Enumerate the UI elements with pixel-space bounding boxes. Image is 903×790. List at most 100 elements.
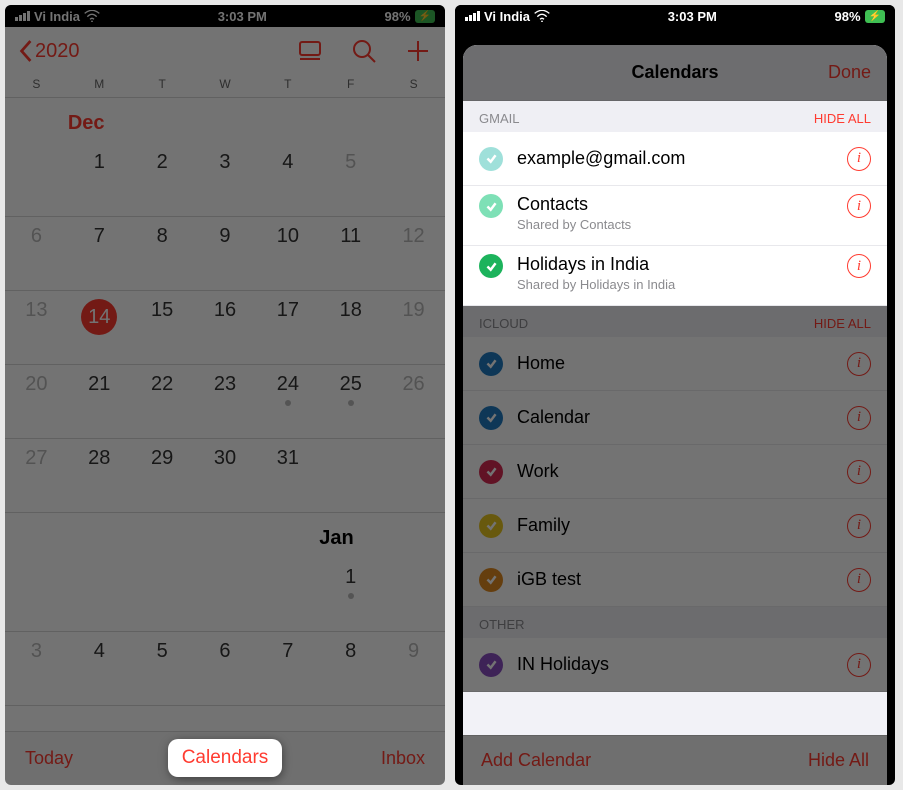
day-cell[interactable]: 7 — [256, 632, 319, 705]
week-row: 2728 29 30 31 — [5, 439, 445, 513]
calendar-row[interactable]: Calendari — [463, 391, 887, 445]
day-cell[interactable]: 5 — [319, 143, 382, 216]
day-cell[interactable]: 16 — [194, 291, 257, 364]
day-number: 15 — [151, 299, 173, 322]
day-cell[interactable] — [194, 558, 257, 631]
back-year-button[interactable]: 2020 — [19, 40, 80, 63]
calendar-row[interactable]: IN Holidaysi — [463, 638, 887, 692]
day-cell[interactable]: 14 — [68, 291, 131, 364]
day-cell[interactable]: 25 — [319, 365, 382, 438]
day-cell[interactable] — [5, 558, 68, 631]
calendar-row[interactable]: ContactsShared by Contactsi — [463, 186, 887, 246]
day-number: 8 — [157, 225, 168, 248]
calendar-row[interactable]: Holidays in IndiaShared by Holidays in I… — [463, 246, 887, 306]
info-icon[interactable]: i — [847, 568, 871, 592]
day-cell[interactable]: 15 — [131, 291, 194, 364]
hide-all-button[interactable]: Hide All — [808, 750, 869, 771]
week-row: 3456789 — [5, 632, 445, 706]
day-cell[interactable]: 3 — [194, 143, 257, 216]
day-cell[interactable]: 19 — [382, 291, 445, 364]
wifi-icon — [534, 10, 550, 22]
info-icon[interactable]: i — [847, 147, 871, 171]
status-time: 3:03 PM — [668, 9, 717, 24]
day-cell[interactable]: 24 — [256, 365, 319, 438]
day-cell[interactable]: 3 — [5, 632, 68, 705]
day-cell[interactable]: 4 — [256, 143, 319, 216]
day-cell[interactable]: 13 — [5, 291, 68, 364]
day-cell[interactable]: 20 — [5, 365, 68, 438]
day-cell[interactable]: 6 — [5, 217, 68, 290]
day-cell[interactable]: 4 — [68, 632, 131, 705]
day-cell[interactable]: 12 — [382, 217, 445, 290]
day-cell[interactable] — [131, 558, 194, 631]
day-cell[interactable]: 9 — [382, 632, 445, 705]
day-cell[interactable] — [382, 558, 445, 631]
day-cell[interactable]: 28 — [68, 439, 131, 512]
day-number: 30 — [214, 447, 236, 470]
day-cell[interactable]: 26 — [382, 365, 445, 438]
hide-all-link[interactable]: HIDE ALL — [814, 316, 871, 331]
day-cell[interactable] — [382, 143, 445, 216]
done-button[interactable]: Done — [828, 62, 871, 83]
day-cell[interactable]: 23 — [194, 365, 257, 438]
day-cell[interactable]: 6 — [194, 632, 257, 705]
calendar-row[interactable]: Familyi — [463, 499, 887, 553]
calendar-row[interactable]: iGB testi — [463, 553, 887, 607]
day-cell[interactable] — [319, 439, 382, 512]
calendar-header: 2020 — [5, 27, 445, 75]
calendars-button[interactable]: Calendars — [172, 740, 282, 777]
day-number: 3 — [219, 151, 230, 174]
info-icon[interactable]: i — [847, 254, 871, 278]
day-cell[interactable] — [5, 143, 68, 216]
day-cell[interactable] — [382, 439, 445, 512]
inbox-button[interactable]: Inbox — [381, 748, 425, 769]
day-cell[interactable] — [68, 558, 131, 631]
day-cell[interactable]: 7 — [68, 217, 131, 290]
day-cell[interactable]: 27 — [5, 439, 68, 512]
day-cell[interactable]: 17 — [256, 291, 319, 364]
hide-all-link[interactable]: HIDE ALL — [814, 111, 871, 126]
day-cell[interactable]: 10 — [256, 217, 319, 290]
info-icon[interactable]: i — [847, 514, 871, 538]
list-view-icon[interactable] — [297, 38, 323, 64]
week-row: 67 8 9101112 — [5, 217, 445, 291]
day-number: 29 — [151, 447, 173, 470]
calendar-row[interactable]: Worki — [463, 445, 887, 499]
day-cell[interactable]: 8 — [319, 632, 382, 705]
day-cell[interactable] — [256, 558, 319, 631]
info-icon[interactable]: i — [847, 352, 871, 376]
info-icon[interactable]: i — [847, 406, 871, 430]
today-button[interactable]: Today — [25, 748, 73, 769]
weekday-label: W — [194, 77, 257, 91]
day-cell[interactable]: 1 — [319, 558, 382, 631]
day-number: 22 — [151, 373, 173, 396]
day-cell[interactable]: 2 — [131, 143, 194, 216]
day-cell[interactable]: 9 — [194, 217, 257, 290]
day-cell[interactable]: 22 — [131, 365, 194, 438]
day-cell[interactable]: 8 — [131, 217, 194, 290]
calendar-row[interactable]: Homei — [463, 337, 887, 391]
wifi-icon — [84, 10, 100, 22]
day-number: 19 — [402, 299, 424, 322]
day-cell[interactable]: 11 — [319, 217, 382, 290]
day-cell[interactable]: 29 — [131, 439, 194, 512]
day-cell[interactable]: 21 — [68, 365, 131, 438]
day-cell[interactable]: 1 — [68, 143, 131, 216]
info-icon[interactable]: i — [847, 460, 871, 484]
status-bar: Vi India 3:03 PM 98% ⚡ — [455, 5, 895, 27]
day-cell[interactable]: 31 — [256, 439, 319, 512]
check-icon — [479, 653, 503, 677]
calendar-row[interactable]: example@gmail.com i — [463, 132, 887, 186]
day-cell[interactable]: 30 — [194, 439, 257, 512]
day-number: 18 — [340, 299, 362, 322]
search-icon[interactable] — [351, 38, 377, 64]
calendar-title: example@gmail.com — [517, 148, 833, 169]
info-icon[interactable]: i — [847, 653, 871, 677]
day-cell[interactable]: 18 — [319, 291, 382, 364]
week-row: 2021 22 23242526 — [5, 365, 445, 439]
add-event-icon[interactable] — [405, 38, 431, 64]
calendar-title: Home — [517, 353, 833, 374]
info-icon[interactable]: i — [847, 194, 871, 218]
add-calendar-button[interactable]: Add Calendar — [481, 750, 591, 771]
day-cell[interactable]: 5 — [131, 632, 194, 705]
